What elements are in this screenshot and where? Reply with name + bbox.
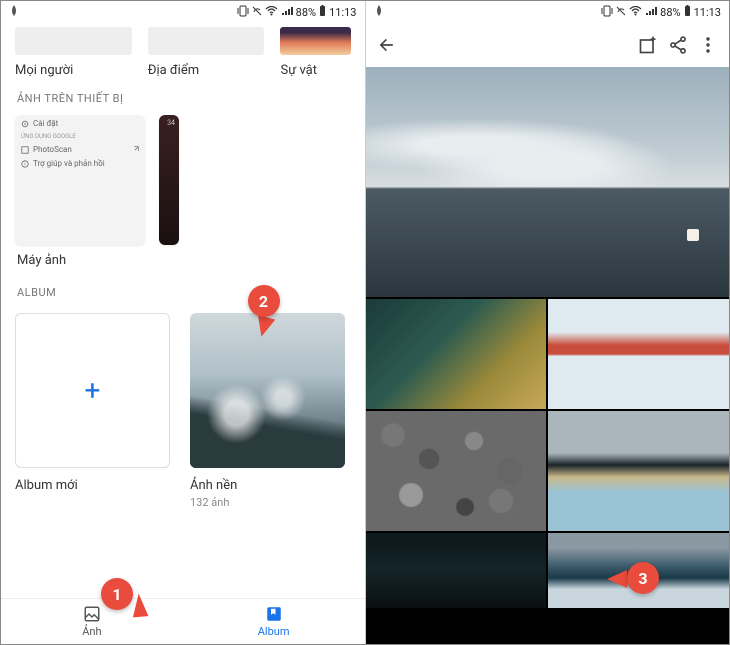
album-label: Album mới [15,478,170,493]
category-places[interactable]: Địa điểm [148,27,265,78]
section-device-photos: ẢNH TRÊN THIẾT BỊ [1,78,365,115]
mute-icon [252,6,262,19]
category-row: Mọi người Địa điểm Sự vật [1,27,365,78]
album-wallpaper[interactable]: Ảnh nền 132 ảnh [190,313,345,509]
thumb-sunset [280,27,350,55]
category-label: Sự vật [280,63,350,78]
album-label: Ảnh nền [190,478,345,493]
photo-grid [366,67,730,644]
photo-hero-clouds-mountain[interactable] [366,67,730,297]
camera-folder-label: Máy ảnh [1,245,365,272]
category-people[interactable]: Mọi người [15,27,132,78]
mute-icon [616,6,626,19]
water-drop-icon [9,5,19,20]
nav-photos[interactable]: Ảnh [1,599,183,644]
photo-golden-gate[interactable] [548,299,729,409]
menu-header-google-apps: ỨNG DỤNG GOOGLE [21,133,139,140]
device-card-2[interactable]: 34 [159,115,179,245]
signal-icon [645,6,657,19]
step-marker-1: 1 [101,578,133,610]
arrow-icon [607,570,627,588]
photo-icon [83,605,101,623]
signal-icon [281,6,293,19]
album-new[interactable]: + Album mới [15,313,170,509]
step-marker-2: 2 [248,285,280,317]
nav-album[interactable]: Album [183,599,365,644]
toolbar [366,23,730,67]
wifi-icon [629,6,642,19]
thumb-placeholder [15,27,132,55]
category-things[interactable]: Sự vật [280,27,350,78]
section-album: ALBUM [1,272,365,309]
clock-time: 11:13 [694,6,721,19]
phone-albums-view: 88% 11:13 Mọi người Địa điểm Sự vật ẢNH … [1,1,366,644]
photo-pebbles[interactable] [366,411,547,531]
status-bar: 88% 11:13 [366,1,730,23]
photo-forest-river[interactable] [366,299,547,409]
battery-icon [319,5,326,20]
device-card-camera[interactable]: Cài đặt ỨNG DỤNG GOOGLE PhotoScan i Trợ … [15,115,145,245]
battery-percentage: 88% [296,6,316,19]
photo-coast[interactable] [548,411,729,531]
add-to-button[interactable] [637,34,659,56]
nav-label: Ảnh [82,625,101,638]
status-bar: 88% 11:13 [1,1,365,23]
battery-icon [684,5,691,20]
thumb-placeholder [148,27,265,55]
category-label: Mọi người [15,63,132,78]
plus-icon: + [15,313,170,468]
album-count: 132 ảnh [190,496,345,509]
vibrate-icon [237,5,249,20]
menu-item-photoscan: PhotoScan [21,145,139,154]
clock-time: 11:13 [329,6,356,19]
category-label: Địa điểm [148,63,265,78]
step-marker-3: 3 [627,562,659,594]
wifi-icon [265,6,278,19]
bottom-nav: Ảnh Album [1,598,365,644]
more-button[interactable] [697,34,719,56]
back-button[interactable] [376,34,398,56]
water-drop-icon [374,5,384,20]
menu-item-settings: Cài đặt [21,119,139,128]
phone-gallery-view: 88% 11:13 [366,1,730,644]
vibrate-icon [601,5,613,20]
menu-item-help: i Trợ giúp và phản hồi [21,159,139,168]
battery-percentage: 88% [660,6,680,19]
album-icon [265,605,283,623]
svg-text:i: i [24,161,25,167]
nav-label: Album [258,625,290,638]
share-button[interactable] [667,34,689,56]
photo-dark-forest[interactable] [366,533,547,608]
